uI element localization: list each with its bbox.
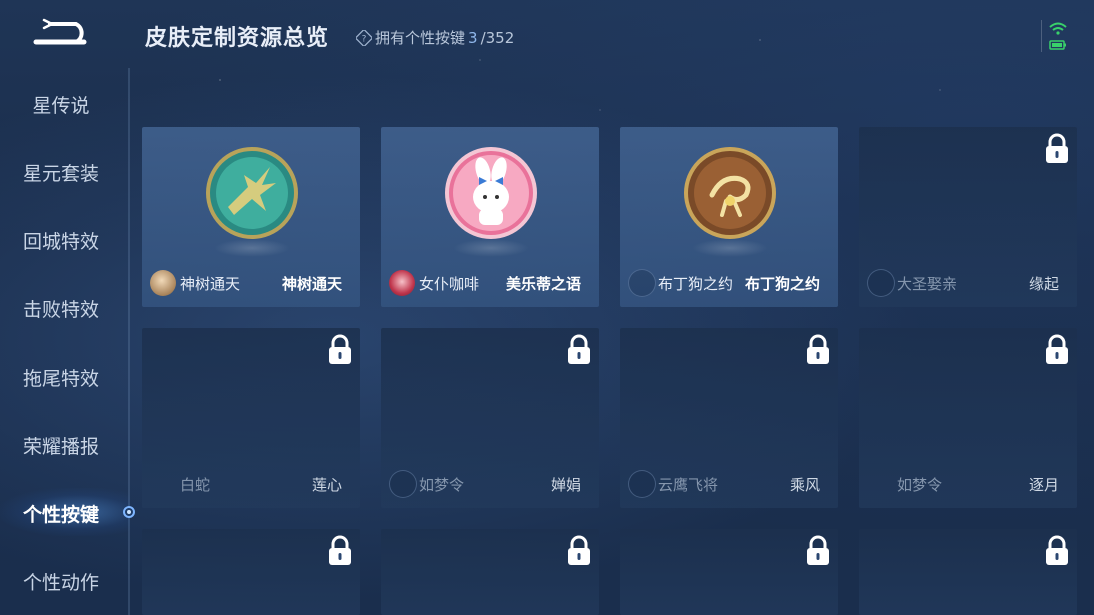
skin-card-locked[interactable]: 如梦令 逐月 — [859, 328, 1077, 508]
card-footer: 白蛇 莲心 — [142, 460, 360, 508]
skin-card[interactable]: 神树通天 神树通天 — [142, 127, 360, 307]
avatar — [389, 270, 415, 296]
skin-card-locked[interactable] — [620, 529, 838, 615]
card-footer: 云鹰飞将 乘风 — [620, 460, 838, 508]
skin-card[interactable]: 女仆咖啡 美乐蒂之语 — [381, 127, 599, 307]
card-footer: 大圣娶亲 缘起 — [859, 259, 1077, 307]
lock-icon — [329, 334, 351, 364]
starfield-background — [0, 0, 1094, 615]
question-icon[interactable]: ? — [356, 29, 372, 46]
avatar — [628, 269, 656, 297]
skin-card-locked[interactable]: 云鹰飞将 乘风 — [620, 328, 838, 508]
wifi-battery-icon — [1049, 22, 1067, 50]
lock-icon — [1046, 535, 1068, 565]
hero-name: 神树通天 — [180, 274, 241, 293]
melody-badge-icon — [443, 145, 539, 241]
skin-name: 神树通天 — [281, 274, 342, 293]
avatar — [389, 470, 417, 498]
skin-card-locked[interactable]: 白蛇 莲心 — [142, 328, 360, 508]
sidebar-item-trail-effect[interactable]: 拖尾特效 — [0, 364, 122, 391]
card-footer: 布丁狗之约 布丁狗之约 — [620, 259, 838, 307]
back-button[interactable] — [32, 18, 92, 48]
lock-icon — [1046, 334, 1068, 364]
skin-card-locked[interactable]: 大圣娶亲 缘起 — [859, 127, 1077, 307]
status-divider — [1041, 20, 1042, 52]
lock-icon — [1046, 133, 1068, 163]
skin-name: 美乐蒂之语 — [505, 274, 581, 293]
sidebar-item-recall-effect[interactable]: 回城特效 — [0, 227, 122, 254]
lock-icon — [329, 535, 351, 565]
hero-name: 云鹰飞将 — [658, 475, 719, 494]
hero-name: 女仆咖啡 — [419, 274, 480, 293]
skin-name: 缘起 — [1028, 274, 1059, 293]
lock-icon — [568, 334, 590, 364]
owned-total: /352 — [480, 28, 515, 47]
skin-name: 布丁狗之约 — [744, 274, 820, 293]
skin-name: 婵娟 — [550, 475, 581, 494]
card-footer: 如梦令 婵娟 — [381, 460, 599, 508]
sidebar-item-glory-broadcast[interactable]: 荣耀播报 — [0, 432, 122, 459]
sidebar-item-custom-actions[interactable]: 个性动作 — [0, 568, 122, 595]
sidebar-item-kill-effect[interactable]: 击败特效 — [0, 295, 122, 322]
sidebar-item-star-legend[interactable]: 星传说 — [0, 91, 122, 118]
lock-icon — [807, 334, 829, 364]
active-indicator-dot — [123, 506, 135, 518]
skin-card-locked[interactable] — [142, 529, 360, 615]
badge-reflection — [453, 239, 529, 257]
badge-reflection — [692, 239, 768, 257]
badge-reflection — [214, 239, 290, 257]
owned-label: 拥有个性按键 — [375, 29, 466, 47]
skin-card[interactable]: 布丁狗之约 布丁狗之约 — [620, 127, 838, 307]
card-footer: 如梦令 逐月 — [859, 460, 1077, 508]
skin-card-locked[interactable] — [381, 529, 599, 615]
svg-text:?: ? — [362, 34, 367, 44]
owned-counter: ? 拥有个性按键 3/352 — [356, 27, 514, 48]
sidebar-item-custom-buttons[interactable]: 个性按键 — [0, 500, 122, 527]
card-footer: 神树通天 神树通天 — [142, 259, 360, 307]
hero-name: 如梦令 — [419, 475, 465, 494]
avatar — [150, 270, 176, 296]
bow-badge-icon — [682, 145, 778, 241]
lock-icon — [807, 535, 829, 565]
skin-name: 莲心 — [311, 475, 342, 494]
hero-name: 如梦令 — [897, 475, 943, 494]
avatar — [867, 269, 895, 297]
avatar — [628, 470, 656, 498]
card-footer: 女仆咖啡 美乐蒂之语 — [381, 259, 599, 307]
skin-card-locked[interactable] — [859, 529, 1077, 615]
back-arrow-icon — [33, 18, 87, 45]
hero-name: 大圣娶亲 — [897, 274, 958, 293]
leaf-badge-icon — [204, 145, 300, 241]
lock-icon — [568, 535, 590, 565]
sidebar-item-star-suit[interactable]: 星元套装 — [0, 159, 122, 186]
skin-card-locked[interactable]: 如梦令 婵娟 — [381, 328, 599, 508]
owned-count: 3 — [468, 28, 478, 47]
skin-name: 乘风 — [789, 475, 820, 494]
hero-name: 白蛇 — [180, 475, 211, 494]
page-title: 皮肤定制资源总览 — [145, 26, 330, 51]
skin-name: 逐月 — [1028, 475, 1059, 494]
device-status — [1048, 20, 1068, 52]
hero-name: 布丁狗之约 — [658, 274, 734, 293]
